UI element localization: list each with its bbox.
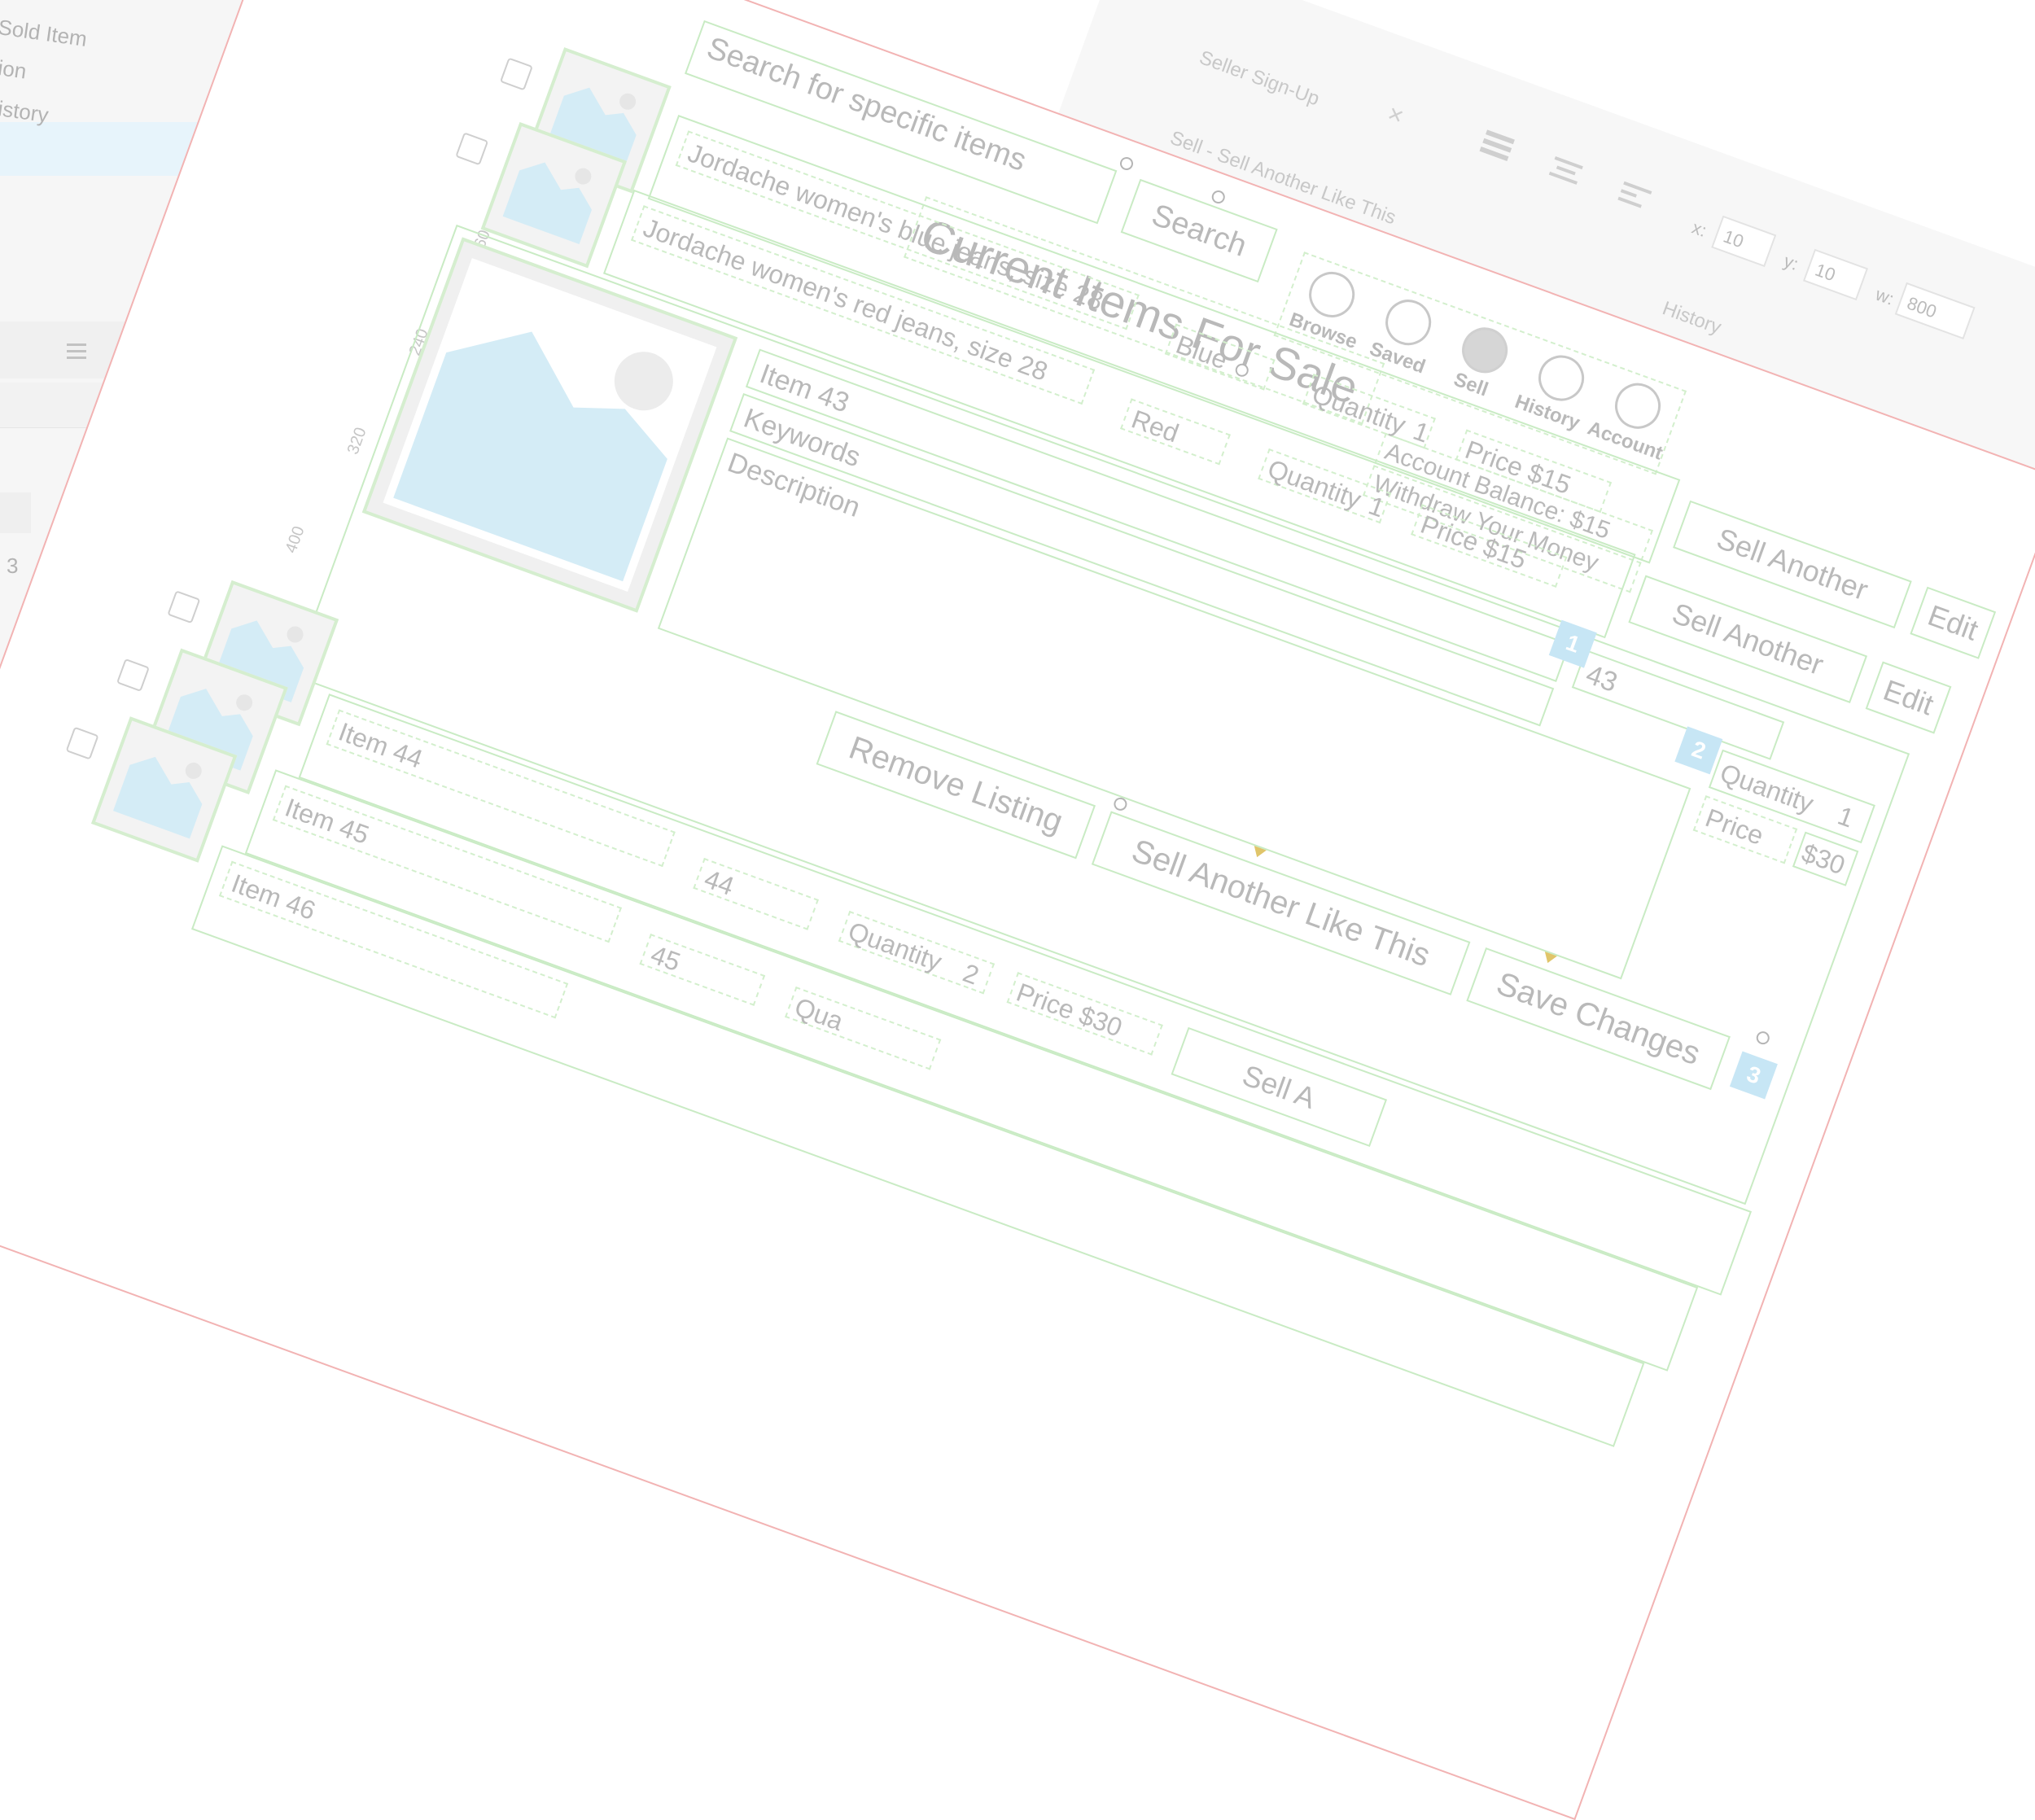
price-value[interactable]: $30 — [1798, 838, 1849, 881]
item-color: Red — [1127, 404, 1183, 448]
resize-handle[interactable] — [1754, 1029, 1772, 1047]
item-checkbox[interactable] — [65, 726, 99, 760]
quantity-label: Quantity — [844, 916, 946, 977]
screen-tab-history[interactable]: History — [1659, 297, 1724, 339]
step-badge: 3 — [1729, 1051, 1778, 1100]
quantity-value[interactable]: 1 — [1834, 801, 1858, 834]
price-label: Price $15 — [1461, 434, 1575, 501]
quantity-value: 1 — [1364, 490, 1389, 523]
resize-handle[interactable] — [1118, 155, 1136, 173]
y-input[interactable]: 10 — [1802, 248, 1869, 301]
quantity-value: 2 — [959, 957, 983, 991]
item-title: Item 45 — [281, 792, 374, 850]
distribute-icon[interactable] — [1545, 153, 1589, 194]
x-input[interactable]: 10 — [1711, 215, 1777, 268]
edit-button[interactable]: Edit — [1910, 586, 1997, 659]
item-id-box: 45 — [639, 934, 766, 1006]
item-color-box: Blue — [1164, 323, 1276, 391]
y-label: y: — [1781, 250, 1801, 275]
quantity-value: 1 — [1409, 415, 1433, 448]
close-icon[interactable]: ✕ — [1384, 102, 1407, 129]
quantity-box: Quantity 1 — [1258, 448, 1392, 524]
item-id: 44 — [700, 864, 738, 902]
stray-text: 3 — [7, 553, 19, 578]
item-id: 45 — [646, 939, 685, 978]
image-icon — [502, 162, 592, 244]
price-label: Price — [1701, 803, 1768, 851]
left-item-sold[interactable]: Sold Item — [0, 15, 89, 52]
align-icon[interactable] — [1613, 177, 1657, 218]
list-swatch — [0, 492, 31, 533]
search-button[interactable]: Search — [1120, 178, 1278, 283]
quantity-label: Quantity — [1263, 453, 1366, 514]
left-item-ion[interactable]: ion — [0, 55, 28, 85]
selected-row[interactable] — [0, 122, 208, 176]
ruler-label: 320 — [344, 425, 370, 457]
edit-button[interactable]: Edit — [1865, 661, 1952, 734]
item-checkbox[interactable] — [116, 658, 150, 692]
quantity-label: Quantity — [1308, 378, 1410, 440]
image-icon — [112, 756, 203, 839]
item-color-box: Red — [1120, 398, 1231, 466]
item-title: Item 46 — [227, 868, 320, 926]
ruler-label: 400 — [282, 523, 309, 556]
w-input[interactable]: 800 — [1894, 282, 1976, 340]
x-label: x: — [1689, 217, 1709, 241]
price-field[interactable]: $30 — [1792, 831, 1859, 886]
quantity-box: Quantity 1 — [1302, 374, 1436, 449]
id-value[interactable]: 43 — [1582, 658, 1621, 699]
item-color: Blue — [1172, 329, 1232, 375]
item-id-box: 44 — [693, 857, 819, 930]
item-checkbox[interactable] — [499, 57, 533, 91]
price-label: Price $15 — [1416, 509, 1530, 575]
w-label: w: — [1872, 283, 1897, 309]
screen-tab-seller-signup[interactable]: Seller Sign-Up — [1196, 46, 1323, 111]
item-checkbox[interactable] — [167, 590, 201, 624]
layout-icon[interactable] — [1476, 128, 1520, 168]
quantity-label: Qua — [790, 991, 847, 1037]
resize-handle[interactable] — [1210, 188, 1228, 206]
menu-icon[interactable] — [65, 342, 90, 367]
item-checkbox[interactable] — [455, 132, 489, 166]
nav-sell[interactable]: Sell — [1451, 369, 1490, 402]
item-title: Item 44 — [335, 716, 427, 774]
image-icon — [383, 257, 717, 593]
price-label: Price $30 — [1013, 977, 1127, 1043]
